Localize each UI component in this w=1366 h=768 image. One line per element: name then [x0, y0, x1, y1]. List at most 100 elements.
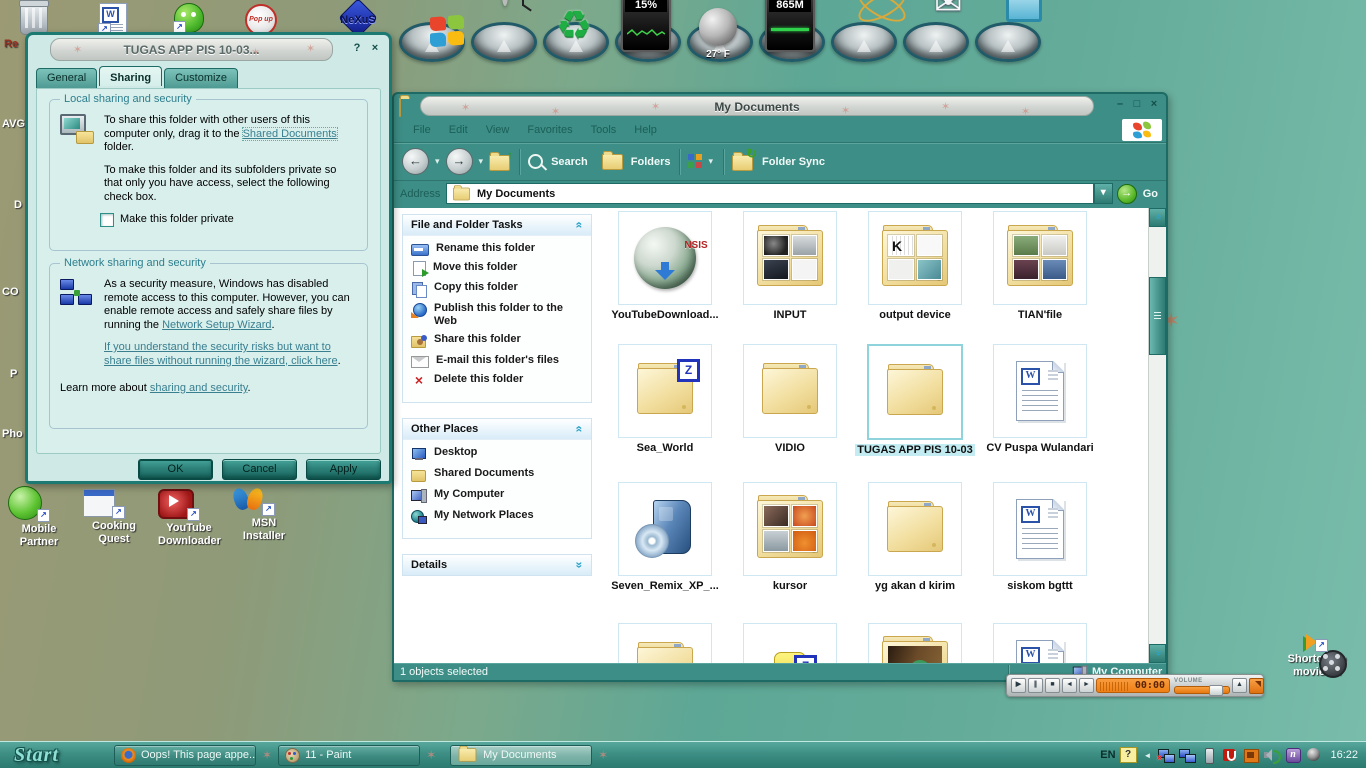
shared-documents-link[interactable]: Shared Documents: [241, 126, 338, 141]
desktop-icon-youtube-downloader[interactable]: ↗ YouTube Downloader: [158, 486, 221, 549]
taskbar-item-firefox[interactable]: Oops! This page appe...: [114, 744, 256, 766]
folder-sync-button[interactable]: Folder Sync: [762, 156, 825, 168]
pdf-icon[interactable]: [1221, 747, 1238, 763]
player-menu-button[interactable]: [1249, 677, 1264, 694]
ok-button[interactable]: OK: [138, 459, 213, 480]
menu-help[interactable]: Help: [625, 124, 666, 136]
dialog-titlebar[interactable]: ✶ ✶ ✶ TUGAS APP PIS 10-03... ? ×: [32, 38, 385, 61]
task-copy-folder[interactable]: Copy this folder: [411, 281, 585, 298]
desktop-icon-moviemk[interactable]: ↗ Shortcut to moviemk: [1286, 634, 1348, 679]
taskbar-item-my-documents[interactable]: My Documents: [450, 744, 593, 766]
previous-button[interactable]: ◄: [1062, 678, 1077, 693]
minimize-button[interactable]: –: [1112, 97, 1128, 113]
scrollbar-thumb[interactable]: [1149, 277, 1166, 355]
network-icon[interactable]: [1179, 747, 1197, 763]
taskbar-item-paint[interactable]: 11 - Paint: [278, 744, 421, 766]
dock-item-ram-meter[interactable]: 865M: [758, 0, 825, 62]
task-publish-folder[interactable]: Publish this folder to the Web: [411, 302, 585, 328]
place-shared-documents[interactable]: Shared Documents: [411, 467, 585, 483]
file-input[interactable]: INPUT: [729, 211, 851, 321]
scroll-up-button[interactable]: «: [1149, 208, 1166, 227]
file-row4-folder[interactable]: [604, 623, 726, 663]
file-row4-book-folder[interactable]: [854, 623, 976, 663]
file-cv-puspa[interactable]: W CV Puspa Wulandari: [979, 344, 1101, 454]
views-dropdown[interactable]: ▾: [707, 156, 716, 167]
search-button[interactable]: Search: [551, 156, 588, 168]
file-tian-file[interactable]: TIAN'file: [979, 211, 1101, 321]
volume-control[interactable]: VOLUME: [1174, 678, 1230, 696]
go-label[interactable]: Go: [1143, 188, 1158, 200]
scroll-down-button[interactable]: »: [1149, 644, 1166, 663]
expand-chevron-icon[interactable]: »: [573, 562, 587, 569]
collapse-chevron-icon[interactable]: «: [573, 426, 587, 433]
dock-item-network-globe[interactable]: [830, 0, 911, 62]
pause-button[interactable]: ∥: [1028, 678, 1043, 693]
apply-button[interactable]: Apply: [306, 459, 381, 480]
task-rename-folder[interactable]: Rename this folder: [411, 242, 585, 256]
dock-item-camera[interactable]: [974, 0, 1042, 62]
security-risks-link[interactable]: If you understand the security risks but…: [104, 341, 338, 367]
file-kursor[interactable]: kursor: [729, 482, 851, 592]
file-sea-world[interactable]: Z Sea_World: [604, 344, 726, 454]
help-button[interactable]: ?: [349, 41, 365, 57]
tray-collapse-arrow[interactable]: ◄: [1141, 751, 1155, 760]
task-share-folder[interactable]: Share this folder: [411, 333, 585, 349]
make-private-checkbox[interactable]: [100, 213, 114, 227]
stop-button[interactable]: ■: [1045, 678, 1060, 693]
tab-customize[interactable]: Customize: [164, 68, 239, 88]
file-yg-akan-d-kirim[interactable]: yg akan d kirim: [854, 482, 976, 592]
tab-sharing[interactable]: Sharing: [99, 66, 163, 86]
desktop-icon-nexus[interactable]: NeXuS: [338, 0, 378, 38]
file-tugas-app-pis-selected[interactable]: TUGAS APP PIS 10-03: [854, 344, 976, 456]
forward-button[interactable]: →: [445, 148, 473, 175]
section-header[interactable]: Other Places «: [403, 419, 591, 440]
up-button[interactable]: ↑: [489, 149, 513, 171]
menu-view[interactable]: View: [477, 124, 519, 136]
place-my-network[interactable]: My Network Places: [411, 509, 585, 525]
desktop-icon-creature-shortcut[interactable]: ↗: [173, 3, 204, 34]
collapse-chevron-icon[interactable]: «: [573, 222, 587, 229]
views-icon[interactable]: [687, 154, 703, 169]
folders-button[interactable]: Folders: [631, 156, 671, 168]
back-dropdown[interactable]: ▾: [433, 156, 442, 167]
sphere-icon[interactable]: [1305, 747, 1322, 763]
tab-general[interactable]: General: [36, 68, 98, 88]
device-icon[interactable]: [1200, 747, 1217, 764]
maximize-button[interactable]: □: [1129, 97, 1145, 113]
desktop-icon-word-shortcut[interactable]: W ↗: [98, 3, 127, 36]
task-email-files[interactable]: E-mail this folder's files: [411, 354, 585, 368]
volume-icon[interactable]: [1263, 747, 1282, 764]
start-button[interactable]: Start: [0, 743, 114, 767]
desktop-icon-recycle-bin[interactable]: [19, 0, 49, 35]
address-dropdown-button[interactable]: ▾: [1093, 183, 1113, 204]
file-seven-remix[interactable]: Seven_Remix_XP_...: [604, 482, 726, 592]
file-row4-word[interactable]: W: [979, 623, 1101, 663]
purple-n-icon[interactable]: n: [1284, 747, 1302, 763]
desktop-icon-mobile-partner[interactable]: ↗ Mobile Partner: [8, 486, 70, 549]
dock-item-clock[interactable]: [470, 0, 537, 62]
desktop-icon-msn-installer[interactable]: ↗ MSN Installer: [230, 486, 295, 549]
task-delete-folder[interactable]: × Delete this folder: [411, 373, 585, 389]
volume-slider[interactable]: [1174, 684, 1230, 696]
cancel-button[interactable]: Cancel: [222, 459, 297, 480]
menu-edit[interactable]: Edit: [440, 124, 477, 136]
close-button[interactable]: ×: [1146, 97, 1162, 113]
file-vidio[interactable]: VIDIO: [729, 344, 851, 454]
network-disabled-icon[interactable]: ×: [1156, 747, 1176, 764]
desktop-icon-cooking-quest[interactable]: ↗ Cooking Quest: [83, 486, 145, 549]
sharing-security-link[interactable]: sharing and security: [150, 382, 248, 394]
address-input[interactable]: My Documents: [446, 183, 1094, 204]
dock-item-cpu-meter[interactable]: 15%: [614, 0, 681, 62]
section-header[interactable]: Details »: [403, 555, 591, 575]
app-orange-icon[interactable]: [1242, 747, 1260, 763]
file-output-device[interactable]: K output device: [854, 211, 976, 321]
vertical-scrollbar[interactable]: « »: [1148, 208, 1166, 663]
eject-button[interactable]: ▲: [1232, 678, 1247, 693]
explorer-titlebar[interactable]: ✶ ✶ ✶ ✶ ✶ ✶ My Documents – □ ×: [394, 94, 1166, 118]
menu-tools[interactable]: Tools: [582, 124, 626, 136]
place-desktop[interactable]: Desktop: [411, 446, 585, 462]
go-button[interactable]: →: [1116, 183, 1137, 204]
dock-item-windows[interactable]: [398, 2, 465, 62]
back-button[interactable]: ←: [402, 148, 429, 175]
next-button[interactable]: ►: [1079, 678, 1094, 693]
